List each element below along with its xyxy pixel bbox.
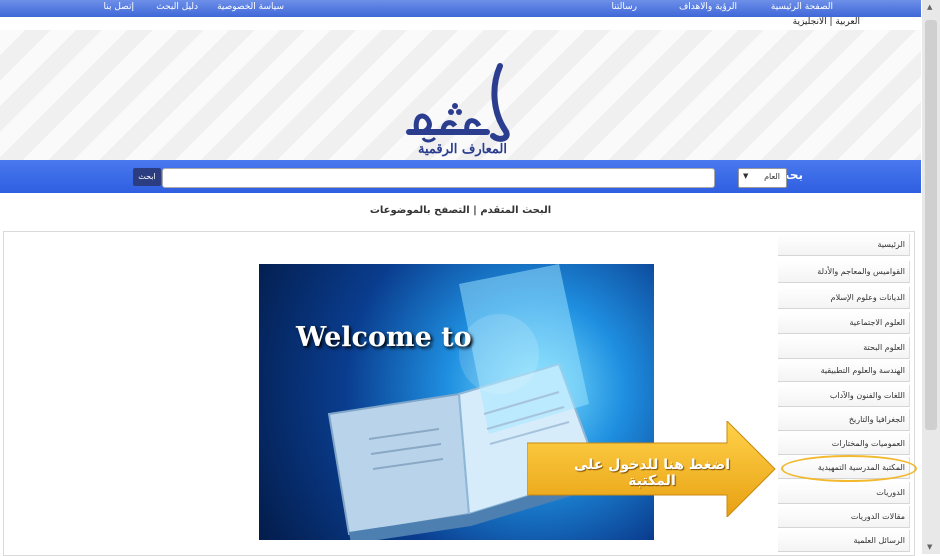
search-links: البحث المتقدم | التصفح بالموضوعات xyxy=(0,205,921,216)
nav-mission-link[interactable]: رسالتنا xyxy=(611,2,637,12)
top-navigation-bar: الصفحة الرئيسية الرؤية والاهداف رسالتنا … xyxy=(0,0,921,17)
header-banner: المعارف الرقمية xyxy=(0,30,921,160)
vertical-scrollbar[interactable]: ▲ ▼ xyxy=(922,0,940,554)
search-input[interactable] xyxy=(162,168,715,188)
nav-home-link[interactable]: الصفحة الرئيسية xyxy=(771,2,833,12)
site-logo[interactable]: المعارف الرقمية xyxy=(395,62,530,172)
sidebar-item-languages-arts[interactable]: اللغات والفنون والآداب xyxy=(778,385,910,407)
lang-separator: | xyxy=(829,17,833,27)
scrollbar-thumb[interactable] xyxy=(925,20,937,430)
sidebar-item-theses[interactable]: الرسائل العلمية xyxy=(778,530,910,552)
search-scope-select[interactable]: العام ▼ xyxy=(738,168,787,188)
lang-arabic-link[interactable]: العربية xyxy=(835,17,860,27)
chevron-down-icon: ▼ xyxy=(743,172,749,180)
sidebar-item-dictionaries[interactable]: القواميس والمعاجم والأدلة xyxy=(778,261,910,283)
welcome-heading: Welcome to xyxy=(296,322,472,353)
logo-calligraphy xyxy=(406,63,510,143)
language-switcher: العربية | الانجليزية xyxy=(793,17,860,27)
sidebar-item-geography-history[interactable]: الجغرافيا والتاريخ xyxy=(778,409,910,431)
nav-contact-link[interactable]: إتصل بنا xyxy=(104,2,134,12)
sidebar-item-generalities[interactable]: العموميات والمختارات xyxy=(778,433,910,455)
nav-search-guide-link[interactable]: دليل البحث xyxy=(156,2,198,12)
scroll-down-icon[interactable]: ▼ xyxy=(927,543,932,551)
nav-privacy-link[interactable]: سياسة الخصوصية xyxy=(217,2,284,12)
sidebar-item-religions[interactable]: الديانات وعلوم الإسلام xyxy=(778,287,910,309)
highlight-oval xyxy=(781,455,917,482)
advanced-search-link[interactable]: البحث المتقدم xyxy=(480,205,551,216)
search-button[interactable]: ابحث xyxy=(133,168,161,186)
sidebar-item-social-sciences[interactable]: العلوم الاجتماعية xyxy=(778,312,910,334)
logo-subtitle: المعارف الرقمية xyxy=(418,142,507,157)
browse-subjects-link[interactable]: التصفح بالموضوعات xyxy=(370,205,470,216)
sidebar-item-periodicals[interactable]: الدوريات xyxy=(778,482,910,504)
sidebar-item-periodical-articles[interactable]: مقالات الدوريات xyxy=(778,506,910,528)
search-scope-value: العام xyxy=(764,172,780,181)
sidebar-item-engineering[interactable]: الهندسة والعلوم التطبيقية xyxy=(778,360,910,382)
links-separator: | xyxy=(473,205,477,216)
lang-english-link[interactable]: الانجليزية xyxy=(793,17,827,27)
scroll-up-icon[interactable]: ▲ xyxy=(927,3,932,11)
sidebar-item-pure-sciences[interactable]: العلوم البحتة xyxy=(778,337,910,359)
sidebar-item-home[interactable]: الرئيسية xyxy=(778,234,910,256)
enter-library-callout: اضغط هنا للدخول على المكتبة xyxy=(573,457,731,489)
nav-vision-link[interactable]: الرؤية والاهداف xyxy=(679,2,737,12)
